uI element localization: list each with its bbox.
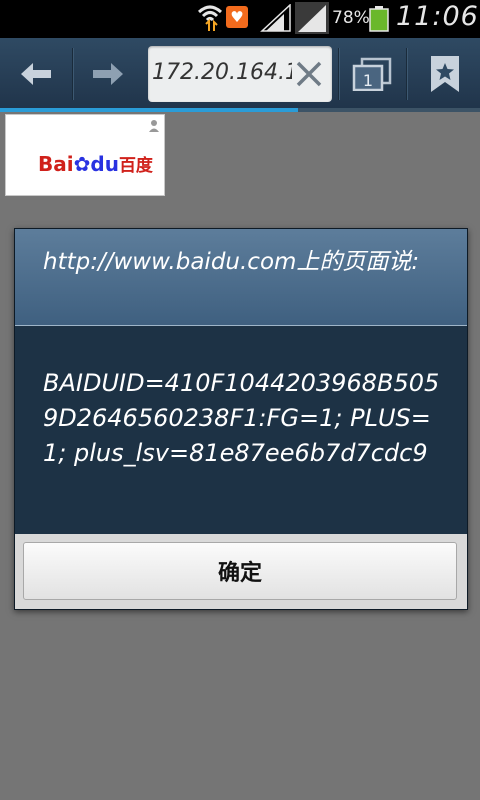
wifi-icon xyxy=(197,5,223,31)
battery-icon xyxy=(369,6,389,32)
ok-button[interactable]: 确定 xyxy=(23,542,457,600)
page-load-progress xyxy=(0,108,480,112)
dialog-footer: 确定 xyxy=(15,534,467,609)
forward-arrow-icon xyxy=(93,63,123,85)
toolbar-divider xyxy=(406,48,407,100)
baidu-logo-cn: 百度 xyxy=(118,156,153,176)
forward-button[interactable] xyxy=(72,38,144,110)
alert-dialog: http://www.baidu.com上的页面说: BAIDUID=410F1… xyxy=(14,228,468,610)
clock: 11:06 xyxy=(396,1,479,32)
tabs-count: 1 xyxy=(363,71,373,90)
bookmark-button[interactable] xyxy=(410,38,480,110)
back-arrow-icon xyxy=(21,63,51,85)
baidu-logo[interactable]: Bai✿du百度 xyxy=(38,151,153,176)
tabs-icon: 1 xyxy=(352,57,392,91)
progress-fill xyxy=(0,108,298,112)
battery-percent: 78% xyxy=(332,8,370,28)
baidu-paw-icon: ✿ xyxy=(73,152,91,176)
status-bar: ♥ 78% 11:06 xyxy=(0,0,480,38)
baidu-logo-latin: Bai xyxy=(38,152,74,176)
dialog-body: BAIDUID=410F1044203968B5059D2646560238F1… xyxy=(15,326,467,534)
notification-icon: ♥ xyxy=(226,6,248,28)
toolbar-divider xyxy=(338,48,339,100)
user-icon xyxy=(149,120,159,132)
signal-icon xyxy=(260,4,291,32)
back-button[interactable] xyxy=(0,38,72,110)
url-text[interactable]: 172.20.164.1/ xyxy=(152,60,292,85)
browser-toolbar: 172.20.164.1/ 1 xyxy=(0,38,480,110)
tabs-button[interactable]: 1 xyxy=(340,38,404,110)
signal-icon xyxy=(295,2,329,34)
dialog-message: BAIDUID=410F1044203968B5059D2646560238F1… xyxy=(43,369,440,467)
dialog-title: http://www.baidu.com上的页面说: xyxy=(43,249,420,275)
dialog-title-bar: http://www.baidu.com上的页面说: xyxy=(15,229,467,326)
bookmark-icon xyxy=(431,56,459,92)
clear-icon[interactable] xyxy=(294,56,324,92)
page-thumbnail[interactable]: Bai✿du百度 xyxy=(5,114,165,196)
url-field[interactable]: 172.20.164.1/ xyxy=(148,46,332,102)
baidu-logo-du: du xyxy=(90,152,119,176)
